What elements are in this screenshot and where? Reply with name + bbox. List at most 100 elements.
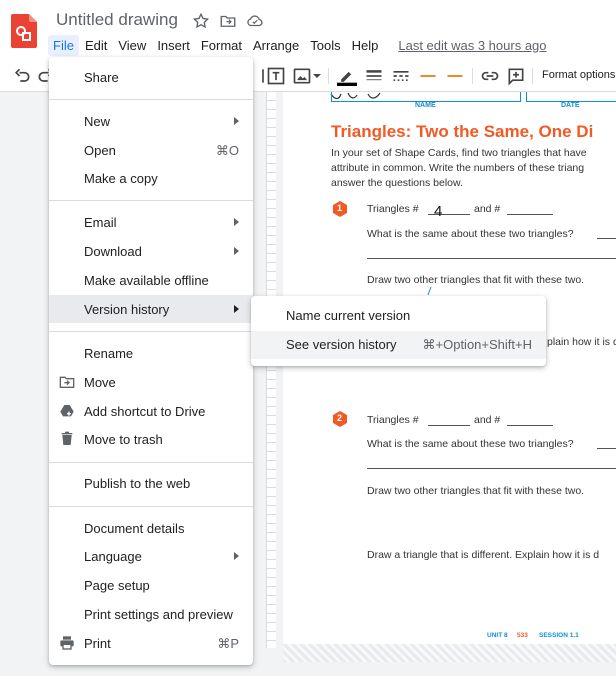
image-dropdown-icon[interactable] [311, 66, 323, 86]
format-options-button[interactable]: Format options [542, 69, 615, 81]
line-start-icon[interactable] [418, 66, 438, 86]
q2-draw-different-question: Draw a triangle that is different. Expla… [367, 549, 600, 561]
file-menu-item-share[interactable]: Share [49, 63, 253, 91]
answer-line [597, 238, 616, 239]
last-edit-link[interactable]: Last edit was 3 hours ago [398, 38, 546, 53]
menu-file[interactable]: File [48, 34, 79, 56]
menu-shortcut: ⌘O [215, 143, 239, 158]
menu-item-label: See version history [286, 337, 397, 352]
answer-line [597, 448, 616, 449]
name-label: NAME [415, 102, 436, 109]
menu-item-label: Share [84, 70, 119, 85]
menu-item-label: Page setup [84, 578, 150, 593]
question-1-marker: 1 [332, 201, 348, 217]
border-color-icon[interactable] [337, 66, 357, 86]
q1-triangles-label: Triangles # [367, 203, 419, 215]
menu-item-label: New [84, 114, 111, 129]
q1-and-label: and # [474, 203, 501, 215]
submenu-arrow-icon [234, 305, 239, 313]
worksheet-image[interactable]: NAME DATE Triangles: Two the Same, One D… [283, 92, 616, 644]
menu-divider [49, 506, 253, 507]
file-menu-item-open[interactable]: Open ⌘O [49, 136, 253, 164]
menu-item-label: Add shortcut to Drive [84, 404, 206, 419]
menu-item-label: Open [84, 143, 116, 158]
file-menu-item-rename[interactable]: Rename [49, 339, 253, 367]
name-field-box [331, 92, 521, 102]
file-menu-item-document-details[interactable]: Document details [49, 514, 253, 542]
footer-unit: UNIT 8 [487, 632, 508, 639]
q2-draw-two-question: Draw two other triangles that fit with t… [367, 485, 585, 497]
menu-item-label: Make available offline [84, 273, 209, 288]
footer-page: 533 [517, 632, 528, 639]
file-menu-item-page-setup[interactable]: Page setup [49, 571, 253, 599]
drive-shortcut-icon [60, 405, 74, 417]
date-field-box [526, 92, 616, 102]
submenu-arrow-icon [234, 218, 239, 226]
menu-item-label: Name current version [286, 308, 411, 323]
file-menu-item-make-available-offline[interactable]: Make available offline [49, 266, 253, 294]
file-menu-item-new[interactable]: New [49, 107, 253, 135]
page-edge [283, 644, 616, 662]
worksheet-title: Triangles: Two the Same, One Di [331, 122, 594, 141]
file-menu-item-download[interactable]: Download [49, 237, 253, 265]
toolbar-divider [472, 68, 473, 84]
file-menu-item-version-history[interactable]: Version history [49, 295, 253, 323]
vertical-ruler [266, 92, 276, 648]
intro-line: answer the questions below. [331, 177, 463, 189]
file-menu-item-publish-to-web[interactable]: Publish to the web [49, 469, 253, 497]
menu-item-label: Version history [84, 302, 170, 317]
submenu-item-see-version-history[interactable]: See version history ⌘+Option+Shift+H [251, 331, 546, 359]
menu-help[interactable]: Help [347, 35, 384, 56]
menu-item-label: Email [84, 215, 117, 230]
menu-item-label: Move to trash [84, 432, 163, 447]
menu-item-label: Publish to the web [84, 476, 191, 491]
menu-arrange[interactable]: Arrange [248, 35, 304, 56]
file-menu-item-email[interactable]: Email [49, 208, 253, 236]
undo-icon[interactable] [12, 66, 32, 86]
answer-line [367, 468, 616, 469]
file-menu-item-move[interactable]: Move [49, 368, 253, 396]
question-2-marker: 2 [332, 411, 348, 427]
move-to-folder-icon[interactable] [219, 12, 237, 30]
menu-divider [49, 200, 253, 201]
submenu-arrow-icon [234, 552, 239, 560]
menu-item-label: Print settings and preview [84, 607, 233, 622]
answer-line [428, 425, 470, 426]
menu-edit[interactable]: Edit [80, 35, 112, 56]
file-menu-item-print[interactable]: Print ⌘P [49, 629, 253, 657]
menu-format[interactable]: Format [196, 35, 247, 56]
version-history-submenu: Name current version See version history… [251, 296, 546, 366]
menu-shortcut: ⌘+Option+Shift+H [422, 337, 532, 352]
intro-line: In your set of Shape Cards, find two tri… [331, 147, 587, 159]
border-dash-icon[interactable] [391, 66, 411, 86]
image-icon[interactable] [292, 66, 312, 86]
file-menu: Share New Open ⌘O Make a copy Email Down… [49, 57, 253, 665]
file-menu-item-add-shortcut[interactable]: Add shortcut to Drive [49, 397, 253, 425]
date-label: DATE [561, 102, 580, 109]
cloud-saved-icon[interactable] [246, 12, 264, 30]
file-menu-item-print-settings[interactable]: Print settings and preview [49, 600, 253, 628]
star-icon[interactable] [192, 12, 210, 30]
file-menu-item-move-to-trash[interactable]: Move to trash [49, 425, 253, 453]
menu-insert[interactable]: Insert [152, 35, 195, 56]
file-menu-item-make-a-copy[interactable]: Make a copy [49, 164, 253, 192]
menu-item-label: Print [84, 636, 111, 651]
border-weight-icon[interactable] [364, 66, 384, 86]
menu-item-label: Download [84, 244, 142, 259]
submenu-item-name-current-version[interactable]: Name current version [251, 302, 546, 330]
add-comment-icon[interactable] [506, 66, 526, 86]
text-box-icon[interactable] [266, 66, 286, 86]
q2-and-label: and # [474, 414, 501, 426]
line-end-icon[interactable] [445, 66, 465, 86]
document-title[interactable]: Untitled drawing [56, 10, 178, 30]
menu-tools[interactable]: Tools [305, 35, 345, 56]
file-menu-item-language[interactable]: Language [49, 542, 253, 570]
menu-divider [49, 99, 253, 100]
insert-link-icon[interactable] [480, 66, 500, 86]
menu-view[interactable]: View [113, 35, 151, 56]
answer-line [507, 425, 553, 426]
question-2-number: 2 [337, 413, 343, 423]
pencil-mark [427, 286, 432, 296]
drawings-logo-icon[interactable] [11, 14, 37, 48]
q1-explain-question: plain how it is d [547, 336, 616, 348]
